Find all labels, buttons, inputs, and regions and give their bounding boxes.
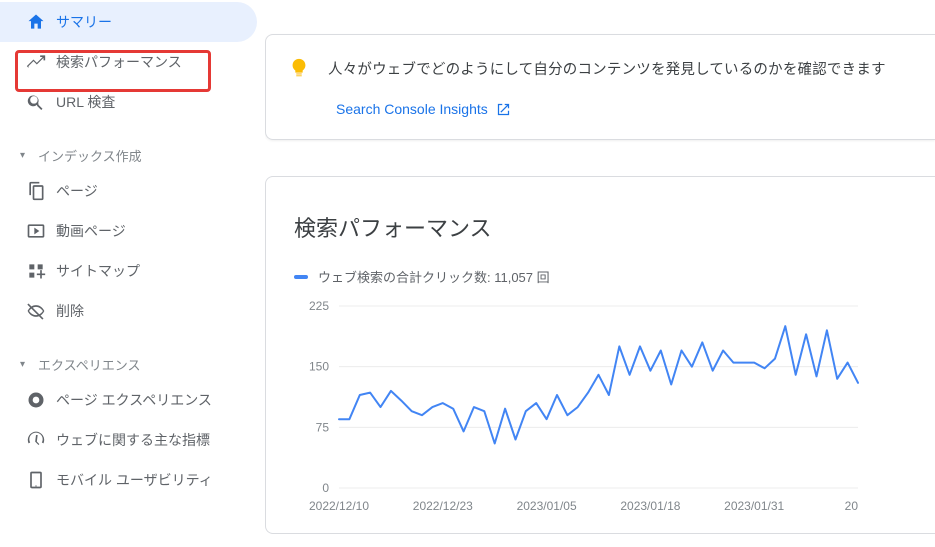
- sidebar-item-pages[interactable]: ページ: [0, 171, 257, 211]
- clicks-line-chart: 0 75 150 225 2022/12/10 2022/12/23 2023/01/05 2…: [294, 296, 935, 519]
- svg-text:2023/01/05: 2023/01/05: [517, 499, 577, 513]
- sidebar-group-header[interactable]: ▾エクスペリエンス: [0, 349, 265, 380]
- svg-text:2023/01/18: 2023/01/18: [620, 499, 680, 513]
- video-icon: [26, 221, 56, 241]
- sidebar-item-video[interactable]: 動画ページ: [0, 211, 257, 251]
- search-console-insights-link[interactable]: Search Console Insights: [336, 101, 511, 117]
- sidebar-item-label: ページ: [56, 181, 98, 201]
- performance-card: 検索パフォーマンス ウェブ検索の合計クリック数: 11,057 回 0 75 150…: [265, 176, 935, 534]
- legend-swatch: [294, 275, 308, 279]
- sidebar-item-label: モバイル ユーザビリティ: [56, 470, 213, 490]
- svg-text:2023/01/31: 2023/01/31: [724, 499, 784, 513]
- sidebar-group-header[interactable]: ▾インデックス作成: [0, 140, 265, 171]
- main-content: 人々がウェブでどのようにして自分のコンテンツを発見しているのかを確認できます S…: [265, 0, 935, 547]
- sidebar-item-perf[interactable]: 検索パフォーマンス: [0, 42, 257, 82]
- sidebar: サマリー検索パフォーマンス URL 検査 ▾インデックス作成ページ動画ページサイト…: [0, 0, 265, 547]
- sidebar-item-label: サマリー: [56, 12, 112, 32]
- urlinsp-icon: [26, 92, 56, 112]
- chevron-down-icon: ▾: [20, 150, 38, 161]
- sidebar-item-mobile[interactable]: モバイル ユーザビリティ: [0, 460, 257, 500]
- pageexp-icon: [26, 390, 56, 410]
- sidebar-item-label: 削除: [56, 301, 84, 321]
- sidebar-item-label: ウェブに関する主な指標: [56, 430, 210, 450]
- lightbulb-icon: [288, 57, 310, 79]
- sidebar-item-label: URL 検査: [56, 92, 115, 112]
- sidebar-item-label: ページ エクスペリエンス: [56, 390, 212, 410]
- perf-icon: [26, 52, 56, 72]
- insight-card: 人々がウェブでどのようにして自分のコンテンツを発見しているのかを確認できます S…: [265, 34, 935, 140]
- sidebar-item-pageexp[interactable]: ページ エクスペリエンス: [0, 380, 257, 420]
- mobile-icon: [26, 470, 56, 490]
- cwv-icon: [26, 430, 56, 450]
- sidebar-item-cwv[interactable]: ウェブに関する主な指標: [0, 420, 257, 460]
- svg-text:2022/12/10: 2022/12/10: [309, 499, 369, 513]
- chart-legend[interactable]: ウェブ検索の合計クリック数: 11,057 回: [294, 267, 935, 286]
- chevron-down-icon: ▾: [20, 359, 38, 370]
- svg-text:2022/12/23: 2022/12/23: [413, 499, 473, 513]
- svg-text:20: 20: [845, 499, 859, 513]
- sidebar-item-removals[interactable]: 削除: [0, 291, 257, 331]
- sidebar-item-summary[interactable]: サマリー: [0, 2, 257, 42]
- sidebar-item-sitemap[interactable]: サイトマップ: [0, 251, 257, 291]
- svg-text:75: 75: [316, 420, 330, 434]
- removals-icon: [26, 301, 56, 321]
- sitemap-icon: [26, 261, 56, 281]
- insight-text: 人々がウェブでどのようにして自分のコンテンツを発見しているのかを確認できます: [328, 58, 886, 79]
- sidebar-item-label: 動画ページ: [56, 221, 126, 241]
- external-link-icon: [496, 102, 511, 117]
- legend-label: ウェブ検索の合計クリック数: 11,057 回: [318, 267, 550, 286]
- sidebar-item-label: サイトマップ: [56, 261, 140, 281]
- summary-icon: [26, 12, 56, 32]
- sidebar-item-urlinsp[interactable]: URL 検査: [0, 82, 257, 122]
- svg-text:150: 150: [309, 360, 329, 374]
- svg-text:225: 225: [309, 299, 329, 313]
- sidebar-item-label: 検索パフォーマンス: [56, 52, 182, 72]
- svg-text:0: 0: [322, 481, 329, 495]
- pages-icon: [26, 181, 56, 201]
- performance-title: 検索パフォーマンス: [294, 211, 935, 243]
